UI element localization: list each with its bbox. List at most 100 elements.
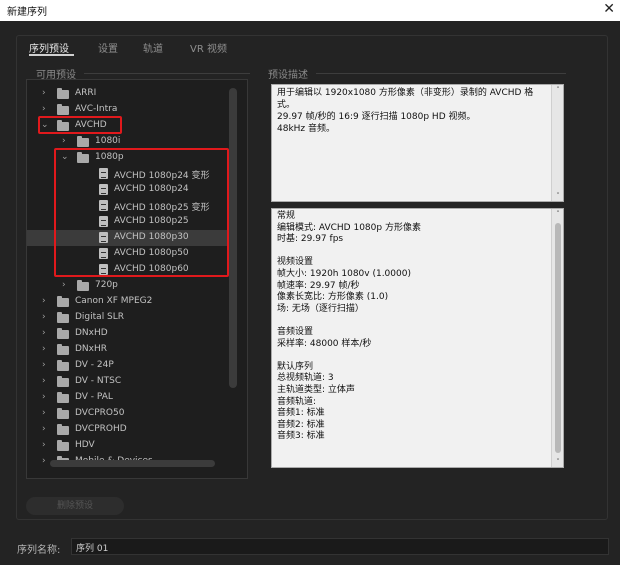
- scroll-up-icon[interactable]: ˄: [553, 85, 563, 95]
- window-title: 新建序列: [7, 7, 47, 18]
- description-scrollbar[interactable]: ˄ ˅: [551, 85, 563, 201]
- details-line: [277, 246, 549, 258]
- chevron-right-icon[interactable]: ›: [42, 408, 46, 418]
- details-line: 音频1: 标准: [277, 408, 325, 419]
- tree-horizontal-scrollbar[interactable]: [50, 460, 215, 467]
- folder-icon: [57, 392, 69, 403]
- folder-icon: [57, 104, 69, 115]
- tree-item-label: Canon XF MPEG2: [75, 296, 153, 306]
- tree-item-label: AVC-Intra: [75, 104, 118, 114]
- tree-item-dv-ntsc[interactable]: › DV - NTSC: [27, 374, 230, 390]
- scroll-up-icon[interactable]: ˄: [553, 209, 563, 219]
- tree-item-dvcpro50[interactable]: › DVCPRO50: [27, 406, 230, 422]
- details-line: 采样率: 48000 样本/秒: [277, 338, 372, 349]
- details-line: 常规: [277, 211, 296, 221]
- tree-item-720p[interactable]: › 720p: [27, 278, 230, 294]
- chevron-right-icon[interactable]: ›: [42, 88, 46, 98]
- tab-vr-video[interactable]: VR 视频: [190, 40, 227, 55]
- details-line: [277, 350, 549, 362]
- tree-vertical-scrollbar[interactable]: [229, 88, 237, 388]
- details-line: 默认序列: [277, 361, 314, 372]
- tree-item-label: 720p: [95, 280, 118, 290]
- tab-sequence-presets[interactable]: 序列预设: [29, 40, 69, 55]
- tree-item-dnxhd[interactable]: › DNxHD: [27, 326, 230, 342]
- tree-item-digital-slr[interactable]: › Digital SLR: [27, 310, 230, 326]
- description-line: 式。: [277, 100, 296, 110]
- folder-icon: [57, 312, 69, 323]
- highlight-outline: [38, 116, 122, 134]
- tree-item-dnxhr[interactable]: › DNxHR: [27, 342, 230, 358]
- close-icon[interactable]: ✕: [603, 1, 615, 17]
- sequence-name-input[interactable]: 序列 01: [71, 538, 609, 555]
- divider: [316, 73, 566, 74]
- details-line: 帧速率: 29.97 帧/秒: [277, 280, 360, 291]
- tree-item-label: DV - PAL: [75, 392, 113, 402]
- sequence-name-label: 序列名称:: [17, 545, 61, 556]
- folder-icon: [57, 360, 69, 371]
- chevron-right-icon[interactable]: ›: [42, 440, 46, 450]
- folder-icon: [57, 328, 69, 339]
- preset-details-box: 常规 编辑模式: AVCHD 1080p 方形像素 时基: 29.97 fps …: [271, 208, 564, 468]
- description-line: 用于编辑以 1920x1080 方形像素（非变形）录制的 AVCHD 格: [277, 88, 534, 98]
- tree-item-label: DVCPRO50: [75, 408, 125, 418]
- chevron-right-icon[interactable]: ›: [42, 456, 46, 466]
- tree-item-label: DV - 24P: [75, 360, 114, 370]
- tree-item-label: DNxHD: [75, 328, 108, 338]
- chevron-right-icon[interactable]: ›: [42, 296, 46, 306]
- details-line: 视频设置: [277, 257, 314, 268]
- chevron-right-icon[interactable]: ›: [62, 280, 66, 290]
- scroll-down-icon[interactable]: ˅: [553, 457, 563, 467]
- folder-icon: [57, 376, 69, 387]
- tree-item-label: HDV: [75, 440, 95, 450]
- preset-description-label: 预设描述: [268, 70, 308, 81]
- tab-settings[interactable]: 设置: [98, 40, 118, 55]
- preset-description-box: 用于编辑以 1920x1080 方形像素（非变形）录制的 AVCHD 格 式。 …: [271, 84, 564, 202]
- highlight-outline: [54, 148, 229, 277]
- chevron-right-icon[interactable]: ›: [42, 344, 46, 354]
- details-scroll-thumb[interactable]: [555, 223, 561, 453]
- chevron-right-icon[interactable]: ›: [42, 328, 46, 338]
- folder-icon: [57, 344, 69, 355]
- details-line: 像素长宽比: 方形像素 (1.0): [277, 292, 389, 303]
- tree-item-dvcprohd[interactable]: › DVCPROHD: [27, 422, 230, 438]
- details-scrollbar[interactable]: ˄ ˅: [551, 209, 563, 467]
- details-line: 帧大小: 1920h 1080v (1.0000): [277, 268, 411, 279]
- folder-icon: [77, 136, 89, 147]
- details-line: [277, 315, 549, 327]
- tab-tracks[interactable]: 轨道: [143, 40, 163, 55]
- folder-icon: [77, 280, 89, 291]
- tree-item-hdv[interactable]: › HDV: [27, 438, 230, 454]
- chevron-right-icon[interactable]: ›: [42, 312, 46, 322]
- tree-item-canon-xf-mpeg2[interactable]: › Canon XF MPEG2: [27, 294, 230, 310]
- tree-item-label: 1080i: [95, 136, 121, 146]
- tree-item-label: DVCPROHD: [75, 424, 127, 434]
- tree-item-arri[interactable]: › ARRI: [27, 86, 230, 102]
- folder-icon: [57, 424, 69, 435]
- details-line: 音频3: 标准: [277, 431, 325, 442]
- tree-item-label: ARRI: [75, 88, 97, 98]
- chevron-right-icon[interactable]: ›: [42, 376, 46, 386]
- description-line: 29.97 帧/秒的 16:9 逐行扫描 1080p HD 视频。: [277, 112, 476, 122]
- details-line: 编辑模式: AVCHD 1080p 方形像素: [277, 222, 421, 233]
- tree-item-label: DNxHR: [75, 344, 108, 354]
- delete-preset-button[interactable]: 删除预设: [26, 497, 124, 515]
- details-line: 音频2: 标准: [277, 419, 325, 430]
- chevron-right-icon[interactable]: ›: [42, 360, 46, 370]
- active-tab-indicator: [29, 54, 74, 56]
- folder-icon: [57, 296, 69, 307]
- tree-item-label: DV - NTSC: [75, 376, 122, 386]
- tree-item-dv-24p[interactable]: › DV - 24P: [27, 358, 230, 374]
- preset-tree[interactable]: › ARRI › AVC-Intra ⌄ AVCHD › 1080i ⌄ 108…: [26, 79, 248, 479]
- chevron-right-icon[interactable]: ›: [62, 136, 66, 146]
- details-line: 音频轨道:: [277, 396, 317, 407]
- folder-icon: [57, 440, 69, 451]
- tree-item-label: Digital SLR: [75, 312, 125, 322]
- details-line: 场: 无场（逐行扫描）: [277, 303, 364, 314]
- scroll-down-icon[interactable]: ˅: [553, 191, 563, 201]
- folder-icon: [57, 88, 69, 99]
- chevron-right-icon[interactable]: ›: [42, 392, 46, 402]
- divider: [84, 73, 250, 74]
- chevron-right-icon[interactable]: ›: [42, 424, 46, 434]
- chevron-right-icon[interactable]: ›: [42, 104, 46, 114]
- tree-item-dv-pal[interactable]: › DV - PAL: [27, 390, 230, 406]
